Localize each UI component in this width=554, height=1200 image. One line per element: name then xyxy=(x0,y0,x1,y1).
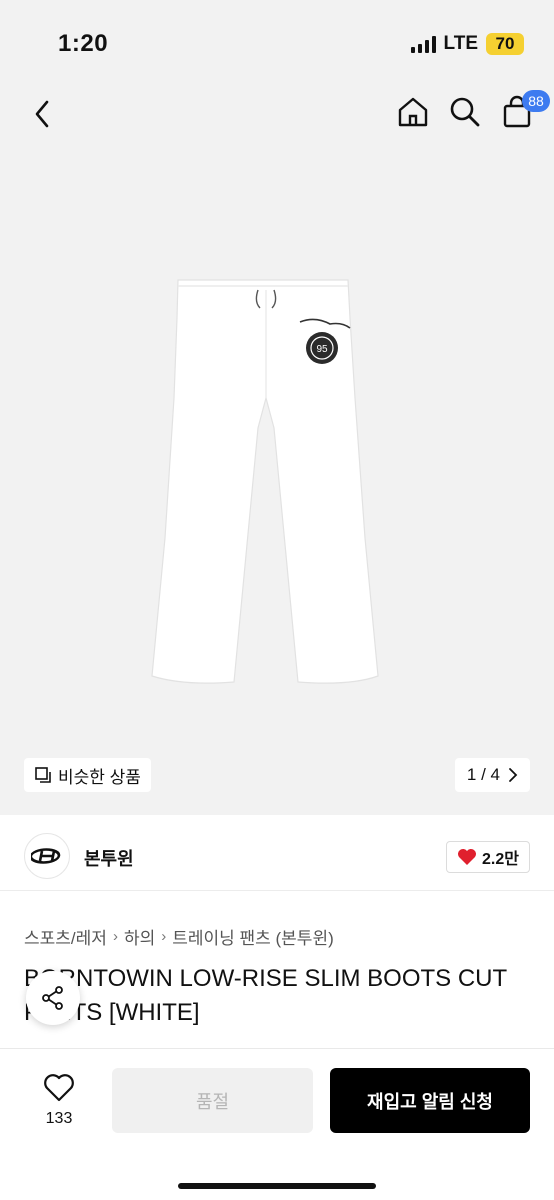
patch-number: 95 xyxy=(316,344,328,355)
wishlist-button[interactable]: 133 xyxy=(30,1073,88,1128)
search-icon xyxy=(450,97,480,127)
similar-products-label: 비슷한 상품 xyxy=(58,767,141,787)
pager-label: 1 / 4 xyxy=(466,765,500,784)
wishlist-count: 133 xyxy=(45,1110,73,1127)
bottom-action-bar: 133 품절 재입고 알림 신청 xyxy=(0,1048,554,1200)
similar-icon xyxy=(35,767,51,783)
search-button[interactable] xyxy=(446,92,484,132)
home-button[interactable] xyxy=(394,92,432,132)
product-gallery[interactable]: 95 비슷한 상품 1 / 4 xyxy=(0,150,554,815)
share-button[interactable] xyxy=(26,971,80,1025)
battery-icon: 70 xyxy=(486,33,524,55)
status-indicators: LTE 70 xyxy=(410,33,524,55)
brand-like-count: 2.2만 xyxy=(482,851,519,868)
heart-filled-icon xyxy=(458,849,477,865)
network-label: LTE xyxy=(443,33,478,54)
image-pager[interactable]: 1 / 4 xyxy=(454,758,530,792)
chevron-right-icon: › xyxy=(161,928,167,945)
status-bar: 1:20 LTE 70 xyxy=(0,0,554,80)
brand-logo[interactable] xyxy=(24,833,70,879)
home-icon xyxy=(398,97,428,127)
product-image: 95 xyxy=(151,279,379,684)
share-icon xyxy=(42,986,63,1010)
product-title: BORNTOWIN LOW-RISE SLIM BOOTS CUT PANTS … xyxy=(24,965,507,1026)
home-indicator[interactable] xyxy=(178,1183,376,1189)
brand-logo-icon xyxy=(31,848,61,864)
signal-icon xyxy=(410,35,436,53)
breadcrumb-item[interactable]: 하의 xyxy=(124,924,155,949)
status-time: 1:20 xyxy=(58,30,109,57)
breadcrumb-item[interactable]: 스포츠/레저 xyxy=(24,924,107,949)
brand-like-button[interactable]: 2.2만 xyxy=(446,841,530,873)
back-button[interactable] xyxy=(24,94,60,134)
chevron-right-icon: › xyxy=(112,928,118,945)
soldout-button: 품절 xyxy=(112,1068,313,1133)
breadcrumb-item[interactable]: 트레이닝 팬츠 (본투윈) xyxy=(172,924,334,949)
restock-alert-button[interactable]: 재입고 알림 신청 xyxy=(330,1068,530,1133)
breadcrumb: 스포츠/레저 › 하의 › 트레이닝 팬츠 (본투윈) xyxy=(24,924,334,949)
cart-button[interactable]: 88 xyxy=(498,90,550,132)
chevron-left-icon xyxy=(35,100,49,128)
nav-actions: 88 xyxy=(394,90,550,132)
cart-count-badge: 88 xyxy=(522,90,550,112)
similar-products-button[interactable]: 비슷한 상품 xyxy=(24,758,151,792)
heart-outline-icon xyxy=(44,1074,74,1102)
brand-row: 본투윈 2.2만 xyxy=(0,825,554,891)
top-nav: 88 xyxy=(0,80,554,150)
brand-name[interactable]: 본투윈 xyxy=(84,845,134,871)
chevron-right-icon xyxy=(509,768,518,782)
